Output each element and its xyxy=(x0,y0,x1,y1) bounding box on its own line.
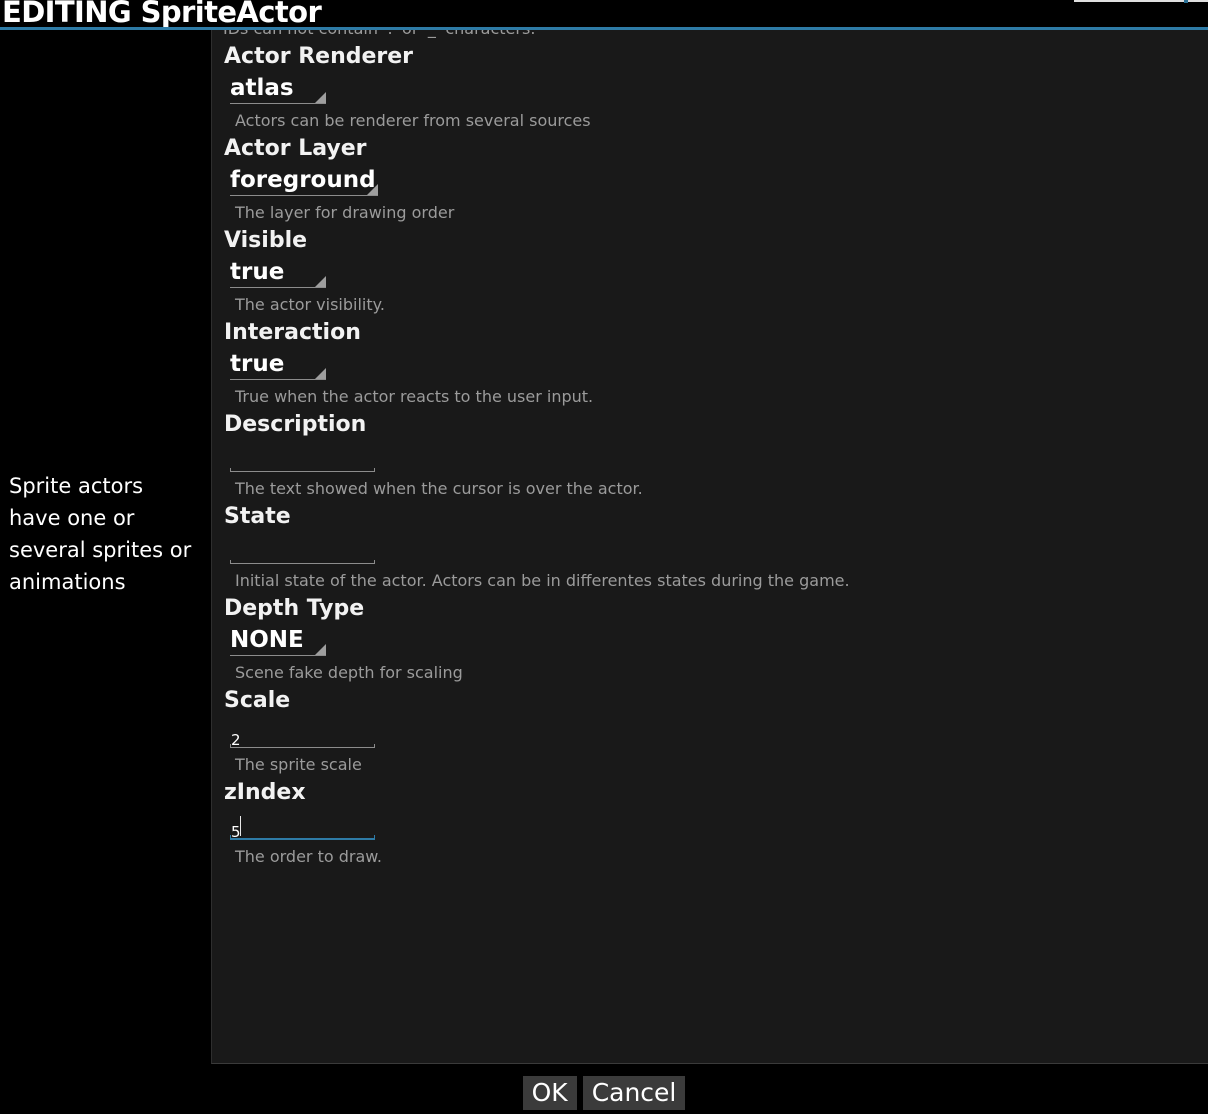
property-hint: Actors can be renderer from several sour… xyxy=(235,111,591,130)
property-row: Depth Type NONE Scene fake depth for scali… xyxy=(212,594,1208,686)
cancel-button[interactable]: Cancel xyxy=(582,1076,686,1110)
property-hint: The layer for drawing order xyxy=(235,203,455,222)
property-hint: The sprite scale xyxy=(235,755,362,774)
property-row: State Initial state of the actor. Actors … xyxy=(212,502,1208,594)
clipped-id-hint-text: IDs can not contain '.' or '_' character… xyxy=(223,30,535,38)
property-value: 5 xyxy=(231,823,241,841)
property-input-scale[interactable]: 2 xyxy=(223,716,1208,752)
chevron-down-icon[interactable] xyxy=(367,184,378,195)
property-value: atlas xyxy=(230,75,294,101)
property-field-rule xyxy=(230,655,326,656)
property-label: Interaction xyxy=(224,320,361,345)
property-field-rule xyxy=(230,835,375,840)
property-row: Interaction true True when the actor react… xyxy=(212,318,1208,410)
property-field-rule xyxy=(230,468,375,472)
property-input-zindex[interactable]: 5 xyxy=(223,808,1208,844)
help-pane: Sprite actors have one or several sprite… xyxy=(0,30,211,1114)
property-value: 2 xyxy=(231,731,241,749)
properties-list: Actor Renderer atlas Actors can be rendere… xyxy=(212,42,1208,870)
property-hint: Initial state of the actor. Actors can b… xyxy=(235,571,850,590)
property-select-actor-layer[interactable]: foreground xyxy=(223,164,1208,200)
chevron-down-icon[interactable] xyxy=(315,276,326,287)
chevron-down-icon[interactable] xyxy=(315,368,326,379)
dialog-footer: OK Cancel xyxy=(0,1064,1208,1114)
property-label: Scale xyxy=(224,688,291,713)
property-value: true xyxy=(230,259,285,285)
property-select-interaction[interactable]: true xyxy=(223,348,1208,384)
property-row: Actor Layer foreground The layer for drawi… xyxy=(212,134,1208,226)
dialog-button-row: OK Cancel xyxy=(0,1076,1208,1110)
property-row: Description The text showed when the curs… xyxy=(212,410,1208,502)
property-field-rule xyxy=(230,195,378,196)
property-input-description[interactable] xyxy=(223,440,1208,476)
property-field-rule xyxy=(230,287,326,288)
property-row: zIndex 5 The order to draw. xyxy=(212,778,1208,870)
property-hint: Scene fake depth for scaling xyxy=(235,663,463,682)
title-bar-marker xyxy=(1184,0,1188,3)
property-field-rule xyxy=(230,560,375,564)
title-bar: EDITING SpriteActor xyxy=(0,0,1208,27)
property-row: Visible true The actor visibility. xyxy=(212,226,1208,318)
property-field-rule xyxy=(230,379,326,380)
window-title: EDITING SpriteActor xyxy=(2,0,322,27)
help-description-text: Sprite actors have one or several sprite… xyxy=(9,474,192,594)
property-label: Description xyxy=(224,412,367,437)
property-select-depth-type[interactable]: NONE xyxy=(223,624,1208,660)
chevron-down-icon[interactable] xyxy=(315,92,326,103)
property-field-rule xyxy=(230,103,326,104)
property-select-actor-renderer[interactable]: atlas xyxy=(223,72,1208,108)
property-hint: True when the actor reacts to the user i… xyxy=(235,387,594,406)
property-hint: The order to draw. xyxy=(235,847,382,866)
property-label: State xyxy=(224,504,291,529)
property-value: NONE xyxy=(230,627,304,653)
property-value: foreground xyxy=(230,167,376,193)
property-value: true xyxy=(230,351,285,377)
property-row: Scale 2 The sprite scale xyxy=(212,686,1208,778)
property-label: Actor Renderer xyxy=(224,44,414,69)
property-hint: The actor visibility. xyxy=(235,295,385,314)
property-label: Visible xyxy=(224,228,308,253)
property-hint: The text showed when the cursor is over … xyxy=(235,479,643,498)
property-field-rule xyxy=(230,744,375,748)
property-select-visible[interactable]: true xyxy=(223,256,1208,292)
chevron-down-icon[interactable] xyxy=(315,644,326,655)
text-caret xyxy=(240,816,242,836)
property-input-state[interactable] xyxy=(223,532,1208,568)
property-label: Depth Type xyxy=(224,596,365,621)
ok-button[interactable]: OK xyxy=(522,1076,577,1110)
property-label: zIndex xyxy=(224,780,306,805)
properties-panel[interactable]: IDs can not contain '.' or '_' character… xyxy=(211,30,1208,1064)
property-label: Actor Layer xyxy=(224,136,367,161)
property-row: Actor Renderer atlas Actors can be rendere… xyxy=(212,42,1208,134)
